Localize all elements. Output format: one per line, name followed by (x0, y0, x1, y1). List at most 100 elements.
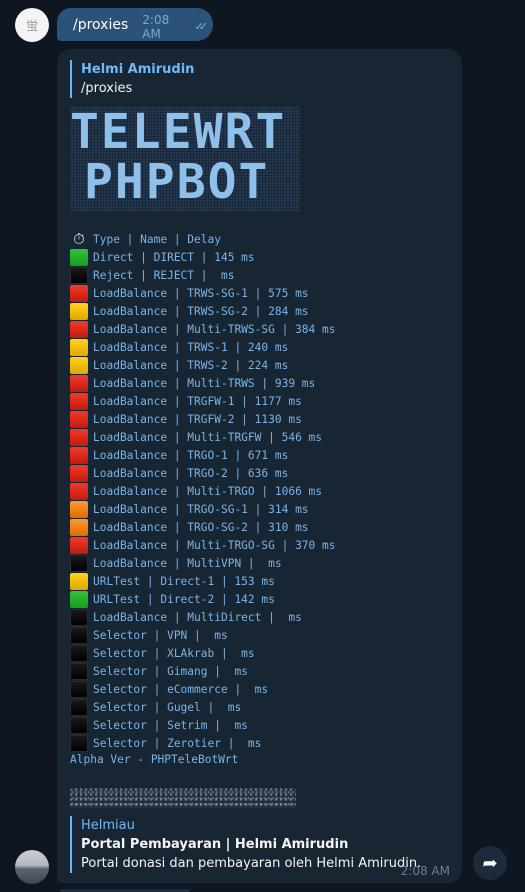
incoming-message[interactable]: Helmi Amirudin /proxies TELEWRT PHPBOT ⏱… (57, 49, 462, 883)
proxy-row-text: LoadBalance | TRWS-1 | 240 ms (93, 340, 289, 354)
preview-title: Portal Pembayaran | Helmi Amirudin (81, 837, 349, 852)
red-square-icon (70, 410, 88, 428)
yellow-square-icon (70, 338, 88, 356)
black-square-icon (70, 644, 88, 662)
proxy-row: Direct | DIRECT | 145 ms (70, 248, 335, 266)
proxy-row-text: LoadBalance | MultiDirect | ms (93, 610, 302, 624)
proxy-row: LoadBalance | TRWS-2 | 224 ms (70, 356, 335, 374)
proxy-row: URLTest | Direct-2 | 142 ms (70, 590, 335, 608)
proxy-list-header: ⏱ Type | Name | Delay (70, 230, 335, 248)
ascii-banner-line-2: PHPBOT (84, 154, 270, 210)
proxy-row: LoadBalance | MultiVPN | ms (70, 554, 335, 572)
proxy-row: Selector | Zerotier | ms (70, 734, 335, 752)
proxy-row: LoadBalance | TRGO-2 | 636 ms (70, 464, 335, 482)
proxy-row: Selector | eCommerce | ms (70, 680, 335, 698)
proxy-row-text: LoadBalance | TRGFW-2 | 1130 ms (93, 412, 302, 426)
proxy-list: ⏱ Type | Name | Delay Direct | DIRECT | … (70, 230, 335, 752)
proxy-row: LoadBalance | TRGFW-1 | 1177 ms (70, 392, 335, 410)
proxy-row-text: LoadBalance | Multi-TRGO-SG | 370 ms (93, 538, 336, 552)
outgoing-message[interactable]: /proxies 2:08 AM ✓✓ (57, 8, 213, 41)
proxy-row: Selector | Gugel | ms (70, 698, 335, 716)
proxy-row: LoadBalance | TRWS-SG-1 | 575 ms (70, 284, 335, 302)
proxy-row-text: Selector | eCommerce | ms (93, 682, 269, 696)
red-square-icon (70, 284, 88, 302)
proxy-row: LoadBalance | TRGO-1 | 671 ms (70, 446, 335, 464)
red-square-icon (70, 464, 88, 482)
proxy-row-text: LoadBalance | TRWS-SG-2 | 284 ms (93, 304, 309, 318)
proxy-row-text: LoadBalance | MultiVPN | ms (93, 556, 282, 570)
red-square-icon (70, 446, 88, 464)
proxy-row: LoadBalance | Multi-TRGO | 1066 ms (70, 482, 335, 500)
reply-quote[interactable]: Helmi Amirudin /proxies (70, 60, 194, 98)
black-square-icon (70, 626, 88, 644)
proxy-row-text: LoadBalance | TRGO-SG-2 | 310 ms (93, 520, 309, 534)
ascii-banner-line-1: TELEWRT (70, 106, 287, 160)
proxy-row-text: LoadBalance | TRGFW-1 | 1177 ms (93, 394, 302, 408)
proxy-row-text: Selector | VPN | ms (93, 628, 228, 642)
black-square-icon (70, 698, 88, 716)
proxy-row-text: LoadBalance | TRGO-2 | 636 ms (93, 466, 289, 480)
black-square-icon (70, 716, 88, 734)
black-square-icon (70, 266, 88, 284)
proxy-row: LoadBalance | TRWS-SG-2 | 284 ms (70, 302, 335, 320)
message-time: 2:08 AM (400, 864, 450, 878)
proxy-row: LoadBalance | TRGO-SG-2 | 310 ms (70, 518, 335, 536)
proxy-row-text: LoadBalance | Multi-TRWS-SG | 384 ms (93, 322, 336, 336)
command-text: /proxies (73, 16, 129, 33)
proxy-row: LoadBalance | TRWS-1 | 240 ms (70, 338, 335, 356)
channel-avatar[interactable] (15, 850, 49, 884)
proxy-row: LoadBalance | Multi-TRWS | 939 ms (70, 374, 335, 392)
preview-site: Helmiau (81, 818, 135, 833)
link-preview[interactable]: Helmiau Portal Pembayaran | Helmi Amirud… (70, 816, 450, 873)
proxy-row-text: LoadBalance | TRWS-2 | 224 ms (93, 358, 289, 372)
proxy-row: Reject | REJECT | ms (70, 266, 335, 284)
yellow-square-icon (70, 356, 88, 374)
header-text: Type | Name | Delay (93, 232, 221, 246)
black-square-icon (70, 662, 88, 680)
proxy-row: LoadBalance | Multi-TRGFW | 546 ms (70, 428, 335, 446)
proxy-row: LoadBalance | Multi-TRGO-SG | 370 ms (70, 536, 335, 554)
reply-text: /proxies (81, 81, 133, 96)
proxy-row: Selector | VPN | ms (70, 626, 335, 644)
red-square-icon (70, 428, 88, 446)
stopwatch-icon: ⏱ (73, 229, 85, 248)
double-check-icon: ✓✓ (194, 20, 209, 33)
spoiler-text[interactable] (70, 788, 296, 808)
bot-avatar[interactable]: 蛍 (15, 8, 49, 42)
proxy-row-text: Reject | REJECT | ms (93, 268, 235, 282)
proxy-row: Selector | Gimang | ms (70, 662, 335, 680)
proxy-row-text: Selector | Gugel | ms (93, 700, 242, 714)
green-square-icon (70, 248, 88, 266)
logo-icon: 蛍 (25, 18, 38, 33)
proxy-row-text: URLTest | Direct-1 | 153 ms (93, 574, 275, 588)
green-square-icon (70, 590, 88, 608)
proxy-row-text: Selector | XLAkrab | ms (93, 646, 255, 660)
black-square-icon (70, 680, 88, 698)
red-square-icon (70, 392, 88, 410)
proxy-row-text: LoadBalance | TRGO-SG-1 | 314 ms (93, 502, 309, 516)
proxy-row: Selector | XLAkrab | ms (70, 644, 335, 662)
orange-square-icon (70, 518, 88, 536)
black-square-icon (70, 734, 88, 752)
orange-square-icon (70, 500, 88, 518)
ascii-banner: TELEWRT PHPBOT (70, 106, 300, 212)
proxy-row-text: LoadBalance | TRWS-SG-1 | 575 ms (93, 286, 309, 300)
proxy-row: LoadBalance | TRGO-SG-1 | 314 ms (70, 500, 335, 518)
proxy-row-text: LoadBalance | Multi-TRGFW | 546 ms (93, 430, 323, 444)
proxy-row: URLTest | Direct-1 | 153 ms (70, 572, 335, 590)
proxy-row-text: LoadBalance | TRGO-1 | 671 ms (93, 448, 289, 462)
red-square-icon (70, 536, 88, 554)
proxy-row-text: LoadBalance | Multi-TRWS | 939 ms (93, 376, 316, 390)
proxy-row-text: URLTest | Direct-2 | 142 ms (93, 592, 275, 606)
red-square-icon (70, 374, 88, 392)
share-arrow-icon[interactable]: ➦ (473, 846, 507, 880)
black-square-icon (70, 554, 88, 572)
yellow-square-icon (70, 572, 88, 590)
red-square-icon (70, 482, 88, 500)
proxy-row: LoadBalance | Multi-TRWS-SG | 384 ms (70, 320, 335, 338)
preview-description: Portal donasi dan pembayaran oleh Helmi … (81, 856, 422, 871)
proxy-row: Selector | Setrim | ms (70, 716, 335, 734)
proxy-row-text: Direct | DIRECT | 145 ms (93, 250, 255, 264)
proxy-row: LoadBalance | MultiDirect | ms (70, 608, 335, 626)
black-square-icon (70, 608, 88, 626)
